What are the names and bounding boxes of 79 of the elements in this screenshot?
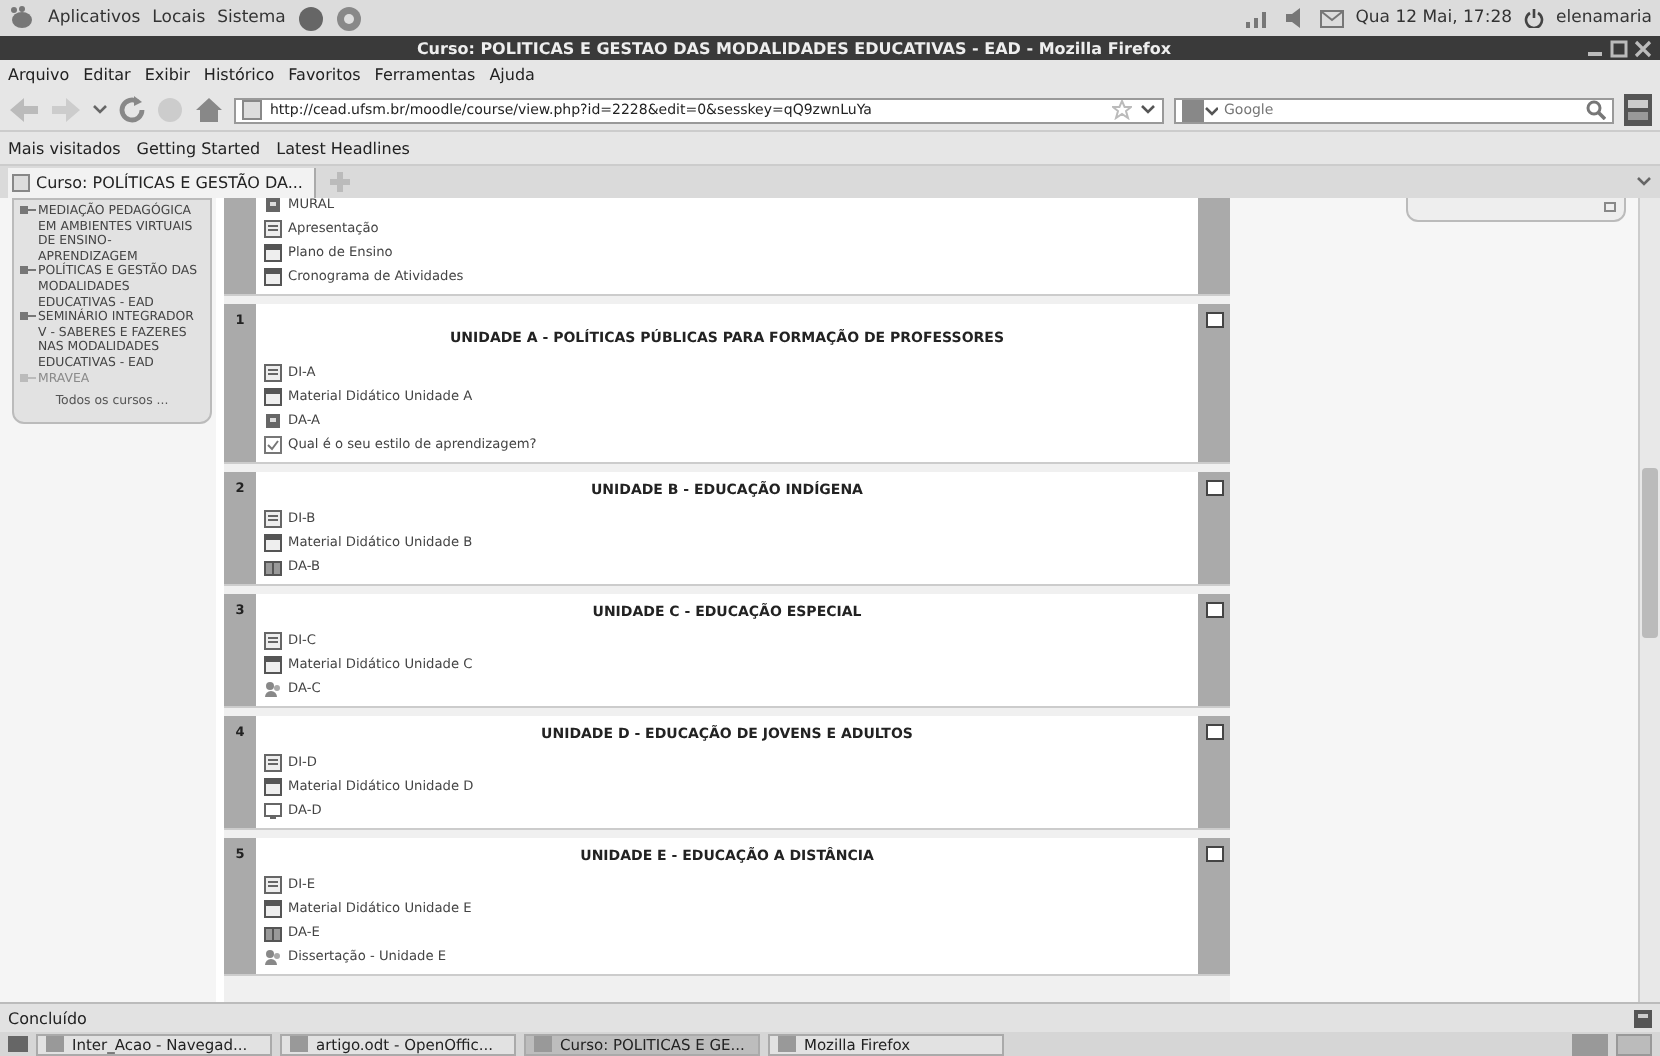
section-strip <box>1198 198 1230 294</box>
status-text: Concluído <box>8 1009 87 1027</box>
workspace-switcher[interactable] <box>1616 1033 1652 1055</box>
favicon-icon <box>242 100 262 120</box>
window-title: Curso: POLITICAS E GESTAO DAS MODALIDADES EDUCATIVAS - EAD - Mozilla Firefox <box>416 39 1172 57</box>
page-icon <box>264 631 282 649</box>
addon-icon[interactable] <box>1634 1009 1652 1027</box>
search-engine-icon[interactable] <box>1182 99 1218 121</box>
menu-item[interactable]: Histórico <box>203 66 275 84</box>
page-icon <box>264 219 282 237</box>
toggle-icon[interactable] <box>1205 846 1223 862</box>
toggle-icon[interactable] <box>1205 312 1223 328</box>
forum-icon <box>264 411 282 429</box>
menu-item[interactable]: Exibir <box>144 66 190 84</box>
menu-item[interactable]: Arquivo <box>8 66 70 84</box>
page-icon <box>264 875 282 893</box>
course-icon <box>20 371 36 386</box>
clock[interactable]: Qua 12 Mai, 17:28 <box>1355 8 1513 28</box>
window-icon <box>46 1036 64 1052</box>
page-icon <box>264 509 282 527</box>
toggle-icon[interactable] <box>1205 602 1223 618</box>
chevron-icon[interactable] <box>1636 176 1652 188</box>
reload-icon[interactable] <box>118 96 146 124</box>
close-icon[interactable] <box>1634 39 1652 57</box>
section-strip <box>224 198 256 294</box>
panel-menu[interactable]: Locais <box>152 8 206 28</box>
menu-item[interactable]: Favoritos <box>288 66 361 84</box>
bookmark[interactable]: Latest Headlines <box>276 139 410 157</box>
course-icon <box>20 204 36 218</box>
star-icon[interactable] <box>1112 100 1132 120</box>
toggle-icon[interactable] <box>1205 724 1223 740</box>
document-icon <box>264 777 282 795</box>
document-icon <box>264 899 282 917</box>
document-icon <box>264 533 282 551</box>
window-icon <box>778 1036 796 1052</box>
maximize-icon[interactable] <box>1610 39 1628 57</box>
page-icon <box>264 363 282 381</box>
window-icon <box>290 1036 308 1052</box>
people-icon <box>264 679 282 697</box>
checkbox-icon <box>264 435 282 453</box>
workspace-switcher[interactable] <box>1572 1033 1608 1055</box>
panel-menu[interactable]: Aplicativos <box>48 8 141 28</box>
bookmark[interactable]: Mais visitados <box>8 139 121 157</box>
search-icon[interactable] <box>1586 100 1606 120</box>
block-toggle-icon[interactable] <box>1604 201 1616 211</box>
mail-icon[interactable] <box>1319 9 1344 27</box>
power-icon[interactable] <box>1524 8 1545 28</box>
document-icon <box>264 655 282 673</box>
course-icon <box>20 264 36 279</box>
toggle-icon[interactable] <box>1205 480 1223 496</box>
desktop-icon[interactable] <box>8 1035 28 1053</box>
document-icon <box>264 267 282 285</box>
menu-item[interactable]: Editar <box>83 66 131 84</box>
forum-icon <box>264 198 282 213</box>
document-icon <box>264 387 282 405</box>
scrollbar[interactable] <box>1638 198 1660 1002</box>
signal-icon[interactable] <box>1243 8 1272 28</box>
menu-item[interactable]: Ferramentas <box>374 66 476 84</box>
course-icon <box>20 310 36 325</box>
menu-item[interactable]: Ajuda <box>489 66 535 84</box>
monitor-icon <box>264 801 282 819</box>
page-icon <box>264 753 282 771</box>
favicon-icon <box>12 173 30 191</box>
people-icon <box>264 947 282 965</box>
book-icon <box>264 923 282 941</box>
dropdown-icon[interactable] <box>92 104 108 116</box>
browser-tab[interactable]: Curso: POLÍTICAS E GESTÃO DA... <box>8 167 317 197</box>
document-icon <box>264 243 282 261</box>
addon-icon[interactable] <box>1624 94 1652 126</box>
dropdown-icon[interactable] <box>1140 104 1156 116</box>
foot-icon <box>8 6 36 30</box>
user-name[interactable]: elenamaria <box>1556 8 1652 28</box>
help-icon[interactable] <box>335 5 362 31</box>
book-icon <box>264 557 282 575</box>
home-icon[interactable] <box>194 96 224 124</box>
globe-icon[interactable] <box>297 5 324 31</box>
bookmark[interactable]: Getting Started <box>136 139 261 157</box>
window-icon <box>534 1036 552 1052</box>
panel-menu[interactable]: Sistema <box>217 8 286 28</box>
